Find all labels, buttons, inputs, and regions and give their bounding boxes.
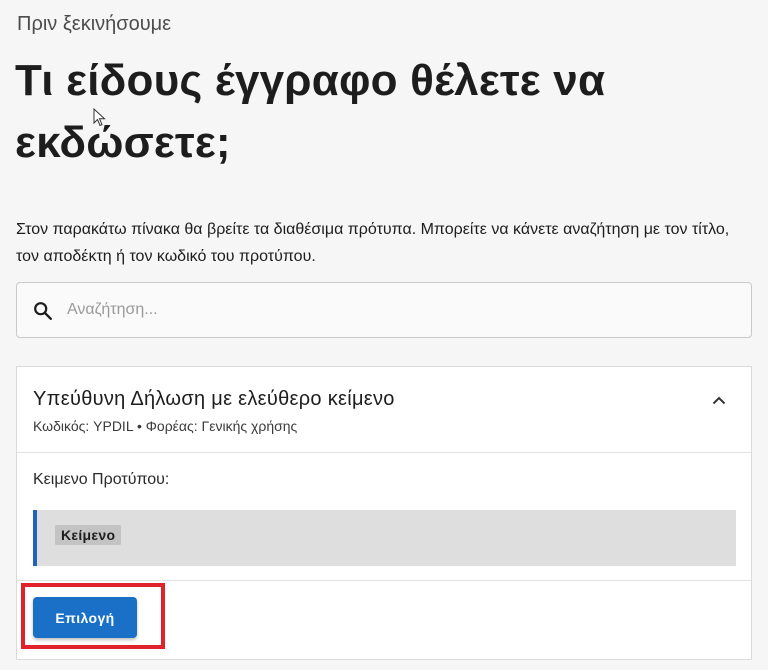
search-icon	[34, 302, 52, 320]
template-text-box: Κείμενο	[33, 510, 736, 566]
pre-title: Πριν ξεκινήσουμε	[17, 13, 172, 35]
template-card-header[interactable]: Υπεύθυνη Δήλωση με ελεύθερο κείμενο Κωδι…	[17, 367, 751, 453]
search-box[interactable]	[16, 282, 752, 338]
search-input[interactable]	[67, 283, 747, 337]
template-title: Υπεύθυνη Δήλωση με ελεύθερο κείμενο	[33, 388, 395, 410]
card-divider	[17, 580, 751, 581]
template-meta: Κωδικός: YPDIL • Φορέας: Γενικής χρήσης	[33, 418, 298, 434]
template-tag: Κείμενο	[55, 525, 122, 545]
page-description: Στον παρακάτω πίνακα θα βρείτε τα διαθέσ…	[16, 221, 730, 265]
select-button[interactable]: Επιλογή	[33, 597, 137, 638]
template-text-label: Κειμενο Προτύπου:	[33, 471, 170, 488]
chevron-up-icon[interactable]	[709, 391, 729, 411]
mouse-cursor-icon	[93, 108, 106, 127]
page-title: Τι είδους έγγραφο θέλετε να εκδώσετε;	[15, 56, 606, 167]
